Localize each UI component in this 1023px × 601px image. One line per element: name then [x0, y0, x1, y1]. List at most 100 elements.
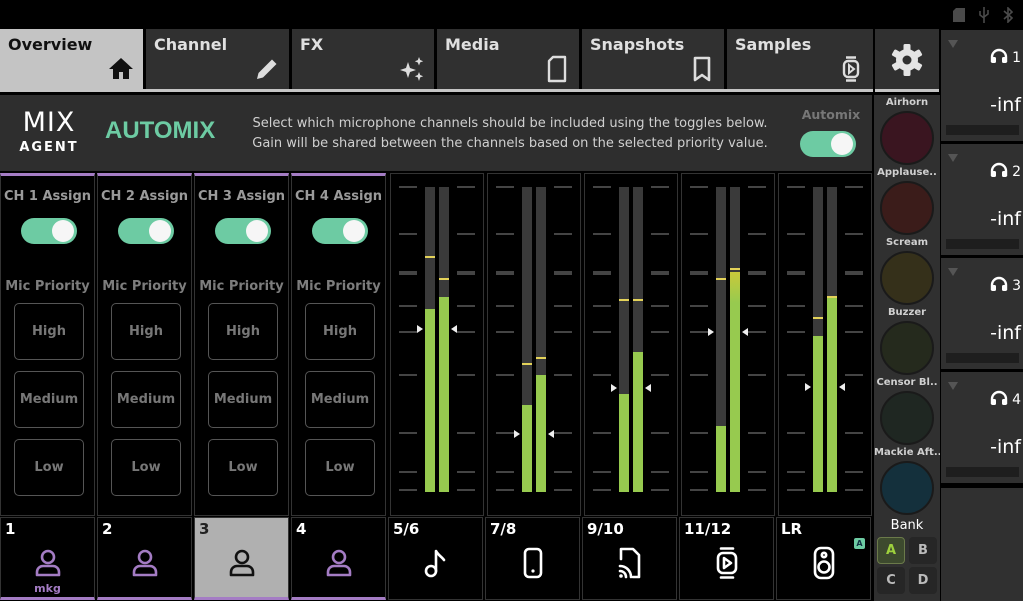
sample-pad-scream[interactable]: [880, 251, 934, 305]
priority-medium-button[interactable]: Medium: [111, 371, 181, 428]
assign-toggle[interactable]: [215, 218, 271, 244]
bank-b-button[interactable]: B: [909, 537, 937, 564]
settings-button[interactable]: [875, 29, 939, 89]
meter-scale-tick: [748, 373, 766, 376]
meter-scale-tick: [845, 233, 863, 236]
channel-button-5-6[interactable]: 5/6: [388, 517, 483, 600]
samples-panel: Bank Airhorn Applause.. Scream Buzzer Censor…: [874, 95, 940, 601]
priority-high-button[interactable]: High: [305, 303, 375, 360]
main-tabs: Overview Channel FX Media Snapshots Samp…: [0, 29, 940, 92]
channel-button-2[interactable]: 2: [97, 517, 192, 600]
meter-peak-right: [536, 356, 546, 359]
tab-fx[interactable]: FX: [292, 29, 434, 89]
fader-marker-left[interactable]: [805, 382, 811, 391]
monitor-level-value: -inf: [990, 94, 1021, 116]
channel-button-3[interactable]: 3: [194, 517, 289, 600]
fader-marker-right[interactable]: [645, 384, 651, 393]
fader-marker-right[interactable]: [742, 327, 748, 336]
fader-marker-left[interactable]: [611, 384, 617, 393]
meter-level-left: [619, 394, 629, 492]
monitor-header: 3: [990, 276, 1021, 296]
dropdown-triangle-icon[interactable]: [948, 382, 958, 390]
fader-marker-right[interactable]: [548, 430, 554, 439]
tab-channel[interactable]: Channel: [146, 29, 289, 89]
meter-scale-tick: [457, 431, 475, 434]
automix-description: Select which microphone channels should …: [240, 114, 780, 154]
priority-high-button[interactable]: High: [14, 303, 84, 360]
meter-scale-tick: [787, 373, 805, 376]
bank-c-button[interactable]: C: [877, 567, 905, 594]
monitor-1[interactable]: 1 -inf: [941, 30, 1023, 141]
tab-label: Channel: [154, 35, 228, 54]
tab-snapshots[interactable]: Snapshots: [582, 29, 724, 89]
meter-scale-tick: [748, 330, 766, 333]
dropdown-triangle-icon[interactable]: [948, 268, 958, 276]
channel-button-1[interactable]: 1 mkg: [0, 517, 95, 600]
monitor-4[interactable]: 4 -inf: [941, 372, 1023, 483]
meter-scale-tick: [748, 304, 766, 307]
tab-label: Overview: [8, 35, 93, 54]
priority-medium-button[interactable]: Medium: [305, 371, 375, 428]
meter-scale-tick: [593, 271, 611, 276]
dropdown-triangle-icon[interactable]: [948, 154, 958, 162]
monitor-2[interactable]: 2 -inf: [941, 144, 1023, 255]
person-icon: [128, 546, 162, 580]
assign-toggle[interactable]: [21, 218, 77, 244]
assign-toggle[interactable]: [312, 218, 368, 244]
sample-pad-airhorn[interactable]: [880, 111, 934, 165]
meter-scale-tick: [554, 186, 572, 188]
meter-scale-tick: [787, 471, 805, 474]
channel-button-11-12[interactable]: 11/12: [679, 517, 774, 600]
channel-button-7-8[interactable]: 7/8: [485, 517, 580, 600]
meter-scale-tick: [651, 373, 669, 376]
sample-pad-buzzer[interactable]: [880, 321, 934, 375]
priority-low-button[interactable]: Low: [14, 439, 84, 496]
channel-button-4[interactable]: 4: [291, 517, 386, 600]
tab-samples[interactable]: Samples: [727, 29, 873, 89]
meter-scale-tick: [845, 304, 863, 307]
meter-scale-tick: [593, 489, 611, 492]
priority-low-button[interactable]: Low: [208, 439, 278, 496]
monitor-level-value: -inf: [990, 436, 1021, 458]
bank-a-button[interactable]: A: [877, 537, 905, 564]
sample-pad-applause[interactable]: [880, 181, 934, 235]
priority-low-button[interactable]: Low: [305, 439, 375, 496]
fader-marker-right[interactable]: [451, 324, 457, 333]
tab-media[interactable]: Media: [437, 29, 579, 89]
meter-scale-tick: [593, 304, 611, 307]
priority-medium-button[interactable]: Medium: [14, 371, 84, 428]
tab-overview[interactable]: Overview: [0, 29, 143, 89]
automix-toggle[interactable]: [800, 131, 856, 157]
sample-pad-mackie-aft[interactable]: [880, 461, 934, 515]
priority-medium-button[interactable]: Medium: [208, 371, 278, 428]
meter-scale-tick: [593, 233, 611, 236]
monitor-header: 1: [990, 48, 1021, 68]
sample-pad-censor-bl[interactable]: [880, 391, 934, 445]
monitor-3[interactable]: 3 -inf: [941, 258, 1023, 369]
fader-marker-right[interactable]: [839, 382, 845, 391]
fader-marker-left[interactable]: [417, 324, 423, 333]
meter-9-10: [584, 173, 678, 516]
fader-marker-left[interactable]: [708, 327, 714, 336]
meter-scale-tick: [787, 304, 805, 307]
monitor-number: 4: [1012, 392, 1021, 408]
priority-high-button[interactable]: High: [111, 303, 181, 360]
bank-d-button[interactable]: D: [909, 567, 937, 594]
meter-scale-tick: [496, 186, 514, 188]
meter-scale-tick: [787, 233, 805, 236]
channel-button-lr[interactable]: LR A: [776, 517, 871, 600]
fader-marker-left[interactable]: [514, 430, 520, 439]
dropdown-triangle-icon[interactable]: [948, 40, 958, 48]
assign-toggle[interactable]: [118, 218, 174, 244]
meter-scale-tick: [690, 471, 708, 474]
meter-scale-tick: [845, 471, 863, 474]
priority-high-button[interactable]: High: [208, 303, 278, 360]
meter-scale-tick: [690, 373, 708, 376]
automix-header: MIX AGENT AUTOMIX Select which microphon…: [0, 95, 872, 171]
priority-low-button[interactable]: Low: [111, 439, 181, 496]
meter-scale-tick: [651, 471, 669, 474]
meter-level-left: [716, 426, 726, 492]
meter-scale-tick: [554, 330, 572, 333]
meter-peak-left: [716, 277, 726, 280]
channel-button-9-10[interactable]: 9/10: [582, 517, 677, 600]
